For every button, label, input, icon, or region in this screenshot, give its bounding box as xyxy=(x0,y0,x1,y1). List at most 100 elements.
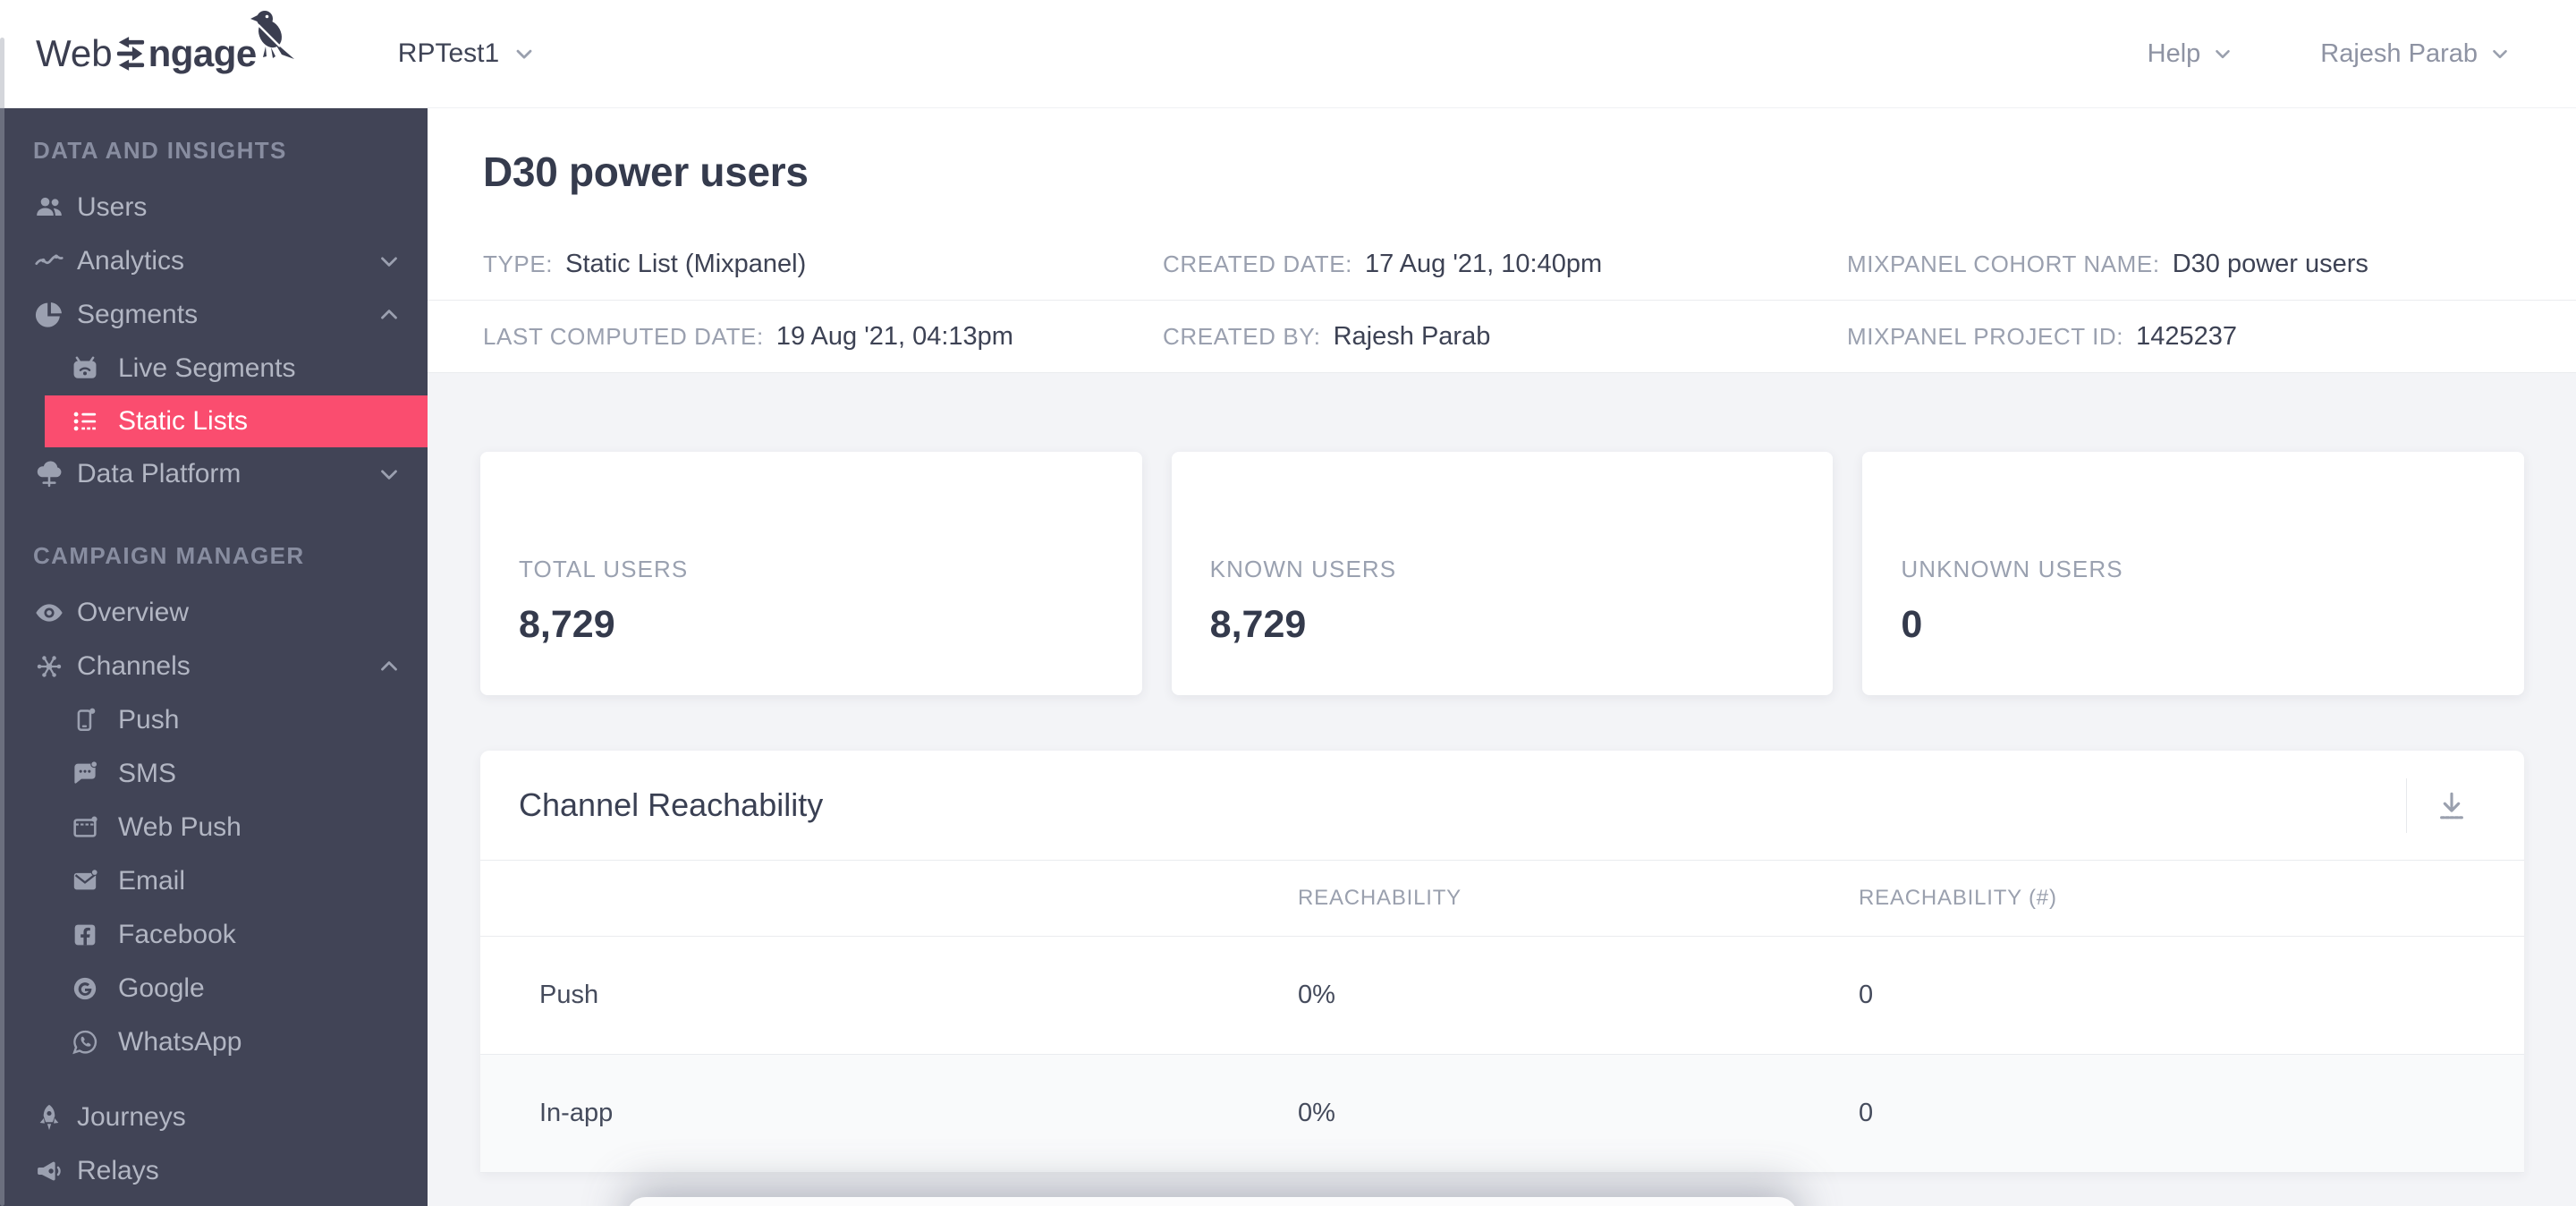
stat-card-unknown-users: UNKNOWN USERS 0 xyxy=(1862,452,2525,695)
chevron-down-icon xyxy=(512,41,537,66)
facebook-icon xyxy=(67,917,103,953)
sidebar-item-label: Facebook xyxy=(118,920,236,949)
meta-row-2: LAST COMPUTED DATE: 19 Aug '21, 04:13pm … xyxy=(428,301,2576,373)
sidebar-item-users[interactable]: Users xyxy=(0,181,428,234)
google-icon xyxy=(67,971,103,1006)
cell-reachability: 0% xyxy=(1298,981,1335,1009)
column-reachability: REACHABILITY xyxy=(1298,886,1462,910)
sidebar-item-label: Segments xyxy=(77,300,199,329)
cell-channel: In-app xyxy=(539,1099,614,1127)
meta-value: D30 power users xyxy=(2172,249,2368,278)
sidebar-item-live-segments[interactable]: Live Segments xyxy=(0,342,428,395)
sidebar-item-overview[interactable]: Overview xyxy=(0,586,428,640)
bird-logo-icon xyxy=(241,7,296,66)
table-row-push: Push 0% 0 xyxy=(480,937,2524,1055)
stat-value: 0 xyxy=(1901,603,1923,646)
page-header: D30 power users TYPE: Static List (Mixpa… xyxy=(428,108,2576,373)
cell-reachability: 0% xyxy=(1298,1099,1335,1127)
sidebar-item-label: Analytics xyxy=(77,246,185,276)
sidebar-item-google[interactable]: Google xyxy=(0,962,428,1015)
sidebar-item-relays[interactable]: Relays xyxy=(0,1144,428,1198)
chevron-down-icon xyxy=(376,248,402,275)
meta-label: CREATED BY: xyxy=(1163,322,1321,350)
sidebar-section-data-insights: DATA AND INSIGHTS xyxy=(33,137,287,164)
chevron-down-icon xyxy=(376,461,402,488)
cell-count: 0 xyxy=(1859,981,1874,1009)
content-area: TOTAL USERS 8,729 KNOWN USERS 8,729 UNKN… xyxy=(428,373,2576,1173)
user-menu[interactable]: Rajesh Parab xyxy=(2320,39,2512,69)
relays-icon xyxy=(30,1152,68,1190)
sidebar-item-label: Push xyxy=(118,705,180,735)
stat-cards: TOTAL USERS 8,729 KNOWN USERS 8,729 UNKN… xyxy=(480,452,2525,695)
project-name: RPTest1 xyxy=(397,38,500,68)
chevron-up-icon xyxy=(376,302,402,328)
sidebar-item-analytics[interactable]: Analytics xyxy=(0,234,428,288)
sidebar-item-static-lists[interactable]: Static Lists xyxy=(45,395,428,447)
channels-icon xyxy=(30,648,68,685)
sidebar-item-channels[interactable]: Channels xyxy=(0,640,428,693)
live-segments-icon xyxy=(67,351,103,386)
meta-label: MIXPANEL COHORT NAME: xyxy=(1847,250,2160,277)
cell-channel: Push xyxy=(539,981,599,1009)
meta-row-1: TYPE: Static List (Mixpanel) CREATED DAT… xyxy=(428,228,2576,301)
static-lists-icon xyxy=(67,403,103,439)
cell-count: 0 xyxy=(1859,1099,1874,1127)
page-scrollbar[interactable] xyxy=(0,38,4,1206)
sidebar-item-web-push[interactable]: Web Push xyxy=(0,801,428,854)
divider xyxy=(2406,778,2407,833)
topbar: Web ngage RPTest1 Help Rajesh Parab xyxy=(0,0,2576,108)
sidebar-item-label: Static Lists xyxy=(118,406,249,436)
meta-value: 17 Aug '21, 10:40pm xyxy=(1364,249,1603,278)
logo-text-web: Web xyxy=(36,32,113,74)
overview-icon xyxy=(30,594,68,632)
analytics-icon xyxy=(30,242,68,280)
meta-type: TYPE: Static List (Mixpanel) xyxy=(483,250,1163,279)
sidebar-item-label: Users xyxy=(77,192,148,222)
panel-title: Channel Reachability xyxy=(519,786,824,823)
sidebar-item-facebook[interactable]: Facebook xyxy=(0,908,428,962)
project-selector[interactable]: RPTest1 xyxy=(398,38,537,69)
chevron-down-icon xyxy=(2488,42,2512,65)
column-reachability-count: REACHABILITY (#) xyxy=(1859,886,2057,910)
sidebar-item-email[interactable]: Email xyxy=(0,854,428,908)
webengage-logo[interactable]: Web ngage xyxy=(36,0,294,108)
sidebar-item-segments[interactable]: Segments xyxy=(0,288,428,342)
help-menu[interactable]: Help xyxy=(2148,39,2235,69)
download-icon xyxy=(2432,786,2471,826)
meta-label: CREATED DATE: xyxy=(1163,250,1352,277)
table-row-in-app: In-app 0% 0 xyxy=(480,1055,2524,1173)
sidebar-section-campaign-manager: CAMPAIGN MANAGER xyxy=(33,542,305,569)
meta-created-date: CREATED DATE: 17 Aug '21, 10:40pm xyxy=(1163,250,1847,279)
sidebar-item-label: WhatsApp xyxy=(118,1027,242,1057)
sidebar-item-label: Email xyxy=(118,866,186,896)
sidebar-item-push[interactable]: Push xyxy=(0,693,428,747)
meta-project-id: MIXPANEL PROJECT ID: 1425237 xyxy=(1847,322,2237,352)
table-header-row: REACHABILITY REACHABILITY (#) xyxy=(480,861,2524,937)
sidebar-item-label: Web Push xyxy=(118,812,242,842)
download-button[interactable] xyxy=(2431,786,2472,827)
main-content: D30 power users TYPE: Static List (Mixpa… xyxy=(428,108,2576,1206)
meta-label: MIXPANEL PROJECT ID: xyxy=(1847,322,2124,350)
sidebar: DATA AND INSIGHTS Users Analytics Segmen… xyxy=(0,108,428,1206)
meta-last-computed: LAST COMPUTED DATE: 19 Aug '21, 04:13pm xyxy=(483,322,1163,352)
stat-card-total-users: TOTAL USERS 8,729 xyxy=(480,452,1142,695)
meta-cohort-name: MIXPANEL COHORT NAME: D30 power users xyxy=(1847,250,2368,279)
sidebar-item-data-platform[interactable]: Data Platform xyxy=(0,447,428,501)
sidebar-item-whatsapp[interactable]: WhatsApp xyxy=(0,1015,428,1069)
help-label: Help xyxy=(2147,38,2201,68)
meta-label: TYPE: xyxy=(483,250,554,277)
web-push-icon xyxy=(67,810,103,845)
channel-reachability-panel: Channel Reachability REACHABILITY REACHA… xyxy=(480,751,2524,1173)
sidebar-item-label: SMS xyxy=(118,759,177,788)
stat-value: 8,729 xyxy=(519,603,615,646)
sidebar-item-sms[interactable]: SMS xyxy=(0,747,428,801)
sidebar-item-label: Journeys xyxy=(77,1102,186,1132)
user-name: Rajesh Parab xyxy=(2320,38,2478,68)
users-icon xyxy=(30,189,68,226)
push-icon xyxy=(67,702,103,738)
chevron-down-icon xyxy=(2211,42,2234,65)
sidebar-item-journeys[interactable]: Journeys xyxy=(0,1091,428,1144)
sms-icon xyxy=(67,756,103,792)
stat-value: 8,729 xyxy=(1209,603,1307,646)
meta-value: 19 Aug '21, 04:13pm xyxy=(775,321,1013,351)
